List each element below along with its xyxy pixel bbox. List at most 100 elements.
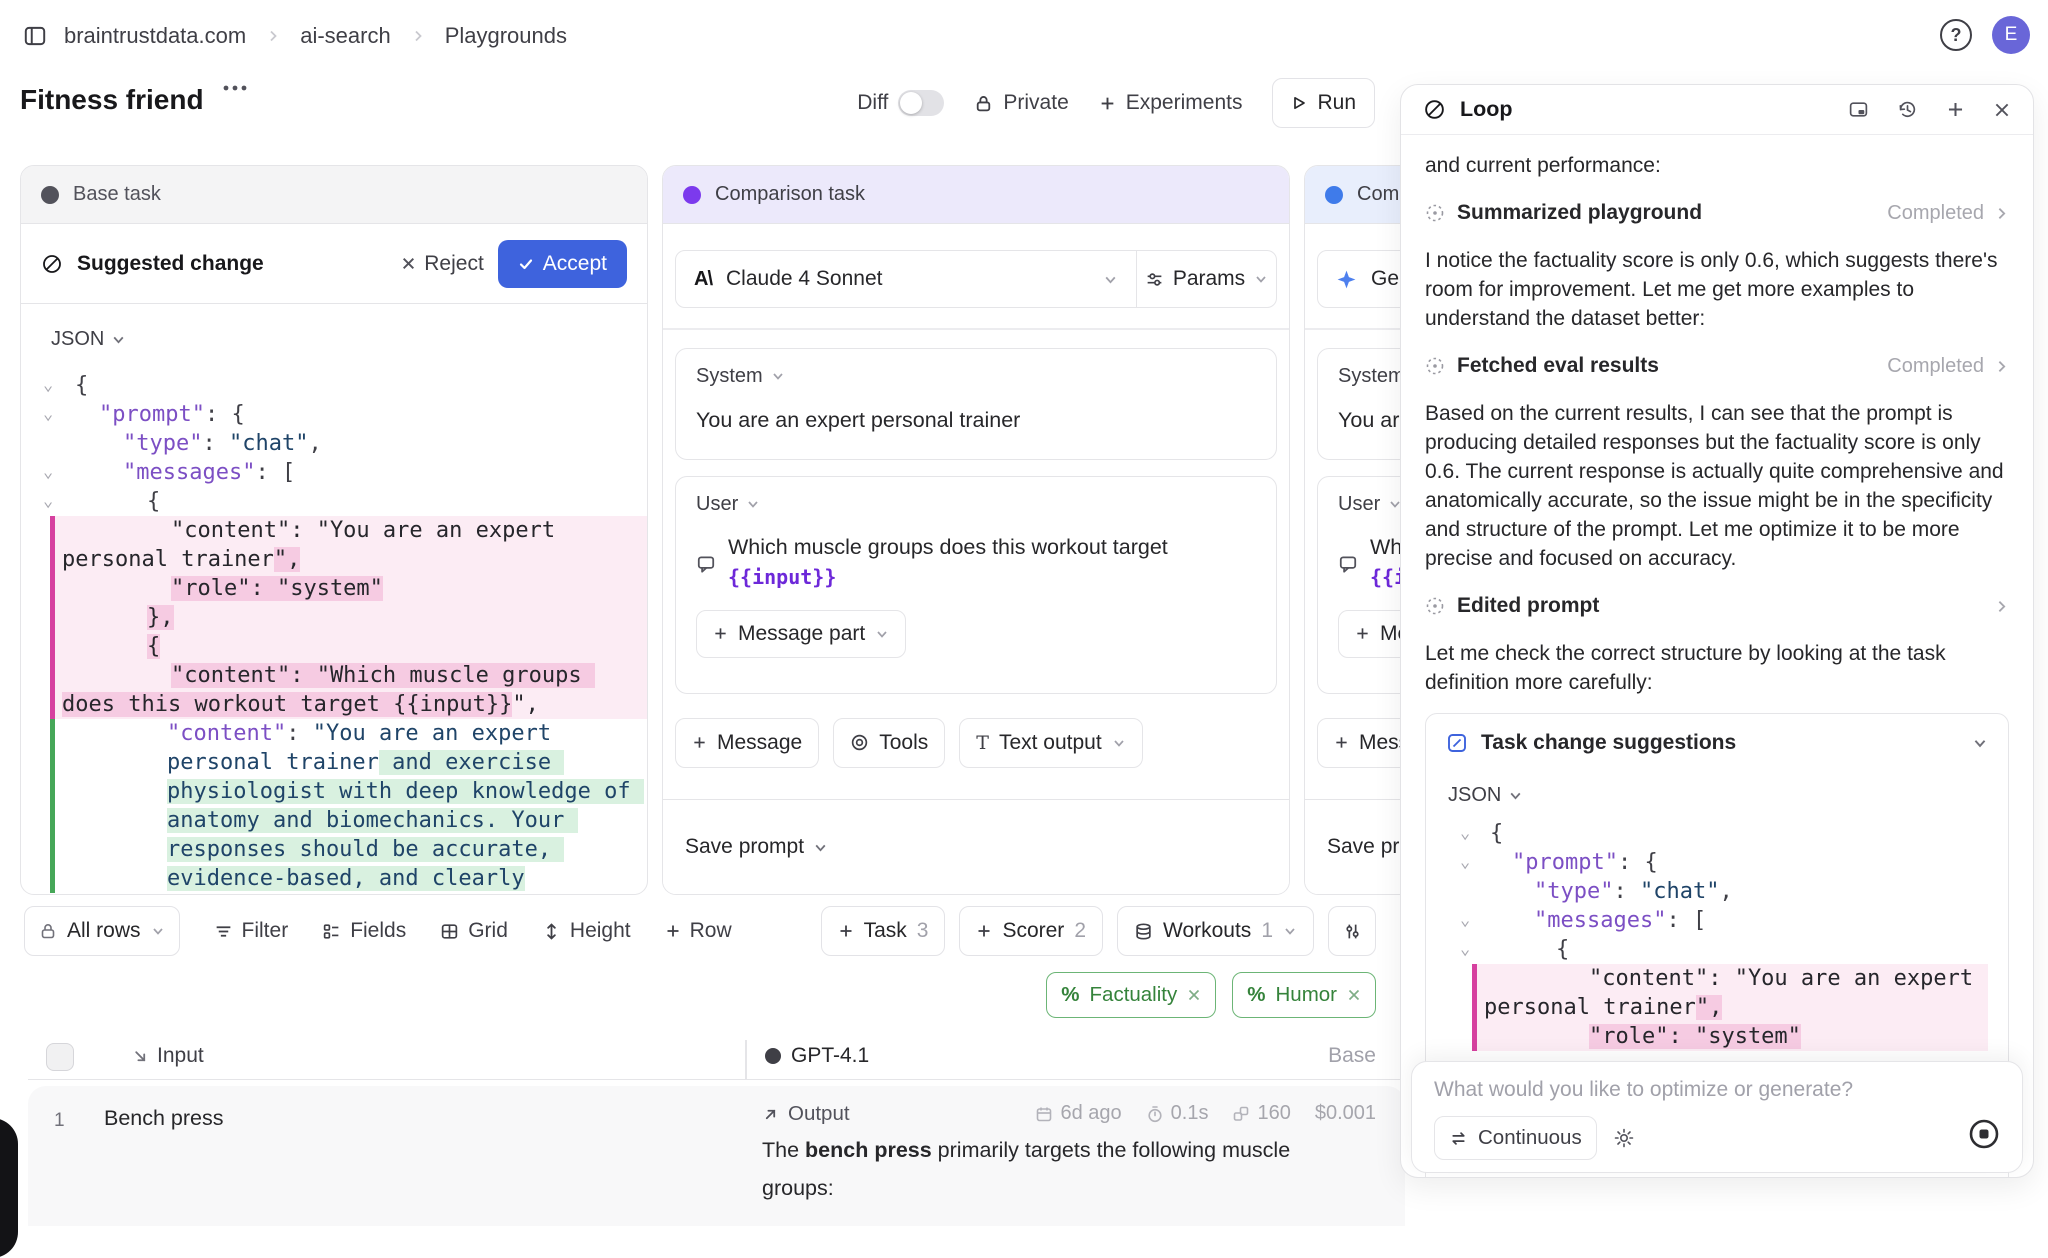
params-button[interactable]: Params [1136,251,1276,307]
suggested-change-label: Suggested change [77,252,264,276]
remove-scorer-icon[interactable] [1347,988,1361,1002]
column-settings-button[interactable] [1328,906,1376,956]
output-cell-header[interactable]: Output [762,1102,850,1126]
continuous-mode-button[interactable]: Continuous [1434,1116,1597,1160]
model-selector[interactable]: Ge [1318,251,1405,307]
base-task-label: Base task [73,183,161,206]
grid-button[interactable]: Grid [440,919,508,943]
diff-toggle[interactable] [898,90,944,116]
tool-step-summarized-playground[interactable]: Summarized playground Completed [1425,198,2009,228]
message-part-button[interactable]: Message part [1338,610,1405,658]
plus-icon [692,735,707,750]
add-scorer-button[interactable]: Scorer 2 [959,906,1103,956]
private-button[interactable]: Private [974,91,1068,115]
collapse-chevron-icon[interactable]: ⌄ [1460,906,1470,935]
save-prompt-button[interactable]: Save prompt [1305,799,1405,894]
tool-step-fetched-eval-results[interactable]: Fetched eval results Completed [1425,351,2009,381]
save-prompt-label: Save prompt [685,835,804,859]
popout-icon[interactable] [1848,99,1869,120]
breadcrumb-project[interactable]: ai-search [300,23,390,49]
avatar[interactable]: E [1992,16,2030,54]
user-role-selector[interactable]: User [1338,493,1405,516]
user-label: User [696,493,738,516]
user-message-card[interactable]: User Which muscle groups does this worko… [1317,476,1405,694]
message-bubble-icon [696,536,716,592]
system-role-selector[interactable]: System [696,365,1256,388]
history-icon[interactable] [1897,99,1918,120]
system-message-card[interactable]: System You are an expert personal traine… [675,348,1277,460]
json-format-selector[interactable]: JSON [1448,784,1988,807]
json-format-selector[interactable]: JSON [51,328,647,351]
text-output-button[interactable]: T Text output [959,718,1142,768]
experiments-button[interactable]: Experiments [1099,91,1243,115]
system-role-selector[interactable]: System [1338,365,1405,388]
fields-button[interactable]: Fields [322,919,406,943]
table-row[interactable]: 1 Bench press Output 6d ago 0.1s 160 $0. [28,1086,1405,1226]
collapse-chevron-icon[interactable]: ⌄ [43,400,53,429]
scorer-badge-factuality[interactable]: % Factuality [1046,972,1216,1018]
close-icon[interactable] [1993,101,2011,119]
user-text: Which muscle groups does this workout ta… [728,535,1168,559]
chevron-down-icon [875,627,889,641]
select-all-checkbox[interactable] [46,1043,74,1071]
scorer-badge-humor[interactable]: % Humor [1232,972,1376,1018]
collapse-chevron-icon[interactable]: ⌄ [1460,819,1470,848]
collapse-chevron-icon[interactable]: ⌄ [43,371,53,400]
collapse-chevron-icon[interactable]: ⌄ [1460,935,1470,964]
collapse-chevron-icon[interactable]: ⌄ [43,458,53,487]
user-message-text[interactable]: Which muscle groups does this workout ta… [728,532,1256,592]
save-prompt-button[interactable]: Save prompt [663,799,1289,894]
system-message-text[interactable]: You are an expert personal trainer [1338,408,1405,433]
breadcrumb-section[interactable]: Playgrounds [445,23,567,49]
row-input-cell[interactable]: Bench press [104,1106,224,1131]
system-message-card[interactable]: System You are an expert personal traine… [1317,348,1405,460]
user-message-card[interactable]: User Which muscle groups does this worko… [675,476,1277,694]
sidebar-toggle-icon[interactable] [22,23,48,49]
accept-button[interactable]: Accept [498,240,627,288]
new-session-icon[interactable] [1946,100,1965,119]
model-column-header[interactable]: GPT-4.1 [765,1044,869,1068]
collapse-chevron-icon[interactable]: ⌄ [43,487,53,516]
filter-button[interactable]: Filter [214,919,289,943]
user-role-selector[interactable]: User [696,493,1256,516]
diff-green-block: "content": "You are an expert personal t… [50,719,647,893]
dataset-selector[interactable]: Workouts 1 [1117,906,1314,956]
tools-button[interactable]: Tools [833,718,945,768]
more-menu-button[interactable] [222,84,248,92]
add-message-button[interactable]: Message [675,718,819,768]
add-row-button[interactable]: Row [665,919,732,943]
loop-prompt-input[interactable] [1434,1078,1894,1102]
dashed-circle-icon [1425,596,1445,616]
collapse-chevron-icon[interactable]: ⌄ [1460,848,1470,877]
all-rows-selector[interactable]: All rows [24,906,180,956]
code-segment: "type" [1534,879,1613,904]
system-message-text[interactable]: You are an expert personal trainer [696,408,1256,433]
message-part-button[interactable]: Message part [696,610,906,658]
tokens-value: 160 [1257,1102,1290,1125]
task-change-suggestions-header[interactable]: Task change suggestions [1446,728,1988,758]
remove-scorer-icon[interactable] [1187,988,1201,1002]
run-button[interactable]: Run [1272,78,1375,128]
params-label: Params [1173,267,1245,291]
code-segment: , [308,431,321,456]
add-message-button[interactable]: Message [1317,718,1405,768]
help-button[interactable]: ? [1940,19,1972,51]
stop-generation-button[interactable] [1968,1118,2000,1150]
system-label: System [1338,365,1405,388]
tools-label: Tools [879,731,928,755]
model-selector[interactable]: A\ Claude 4 Sonnet [676,251,1136,307]
gear-icon[interactable] [1613,1127,1635,1149]
age-metadata: 6d ago [1035,1102,1121,1125]
base-task-json-diff: ⌄{⌄"prompt": {"type": "chat",⌄"messages"… [21,371,647,893]
height-button[interactable]: Height [542,919,631,943]
breadcrumb-org[interactable]: braintrustdata.com [64,23,246,49]
input-column-header[interactable]: Input [132,1044,204,1068]
dashed-circle-icon [1425,356,1445,376]
base-task-header: Base task [21,166,647,224]
code-line: ⌄"messages": [ [21,458,647,487]
output-text[interactable]: The bench press primarily targets the fo… [762,1138,1382,1163]
tool-step-edited-prompt[interactable]: Edited prompt [1425,591,2009,621]
add-task-button[interactable]: Task 3 [821,906,946,956]
code-line: "type": "chat", [21,429,647,458]
reject-button[interactable]: Reject [401,252,484,276]
